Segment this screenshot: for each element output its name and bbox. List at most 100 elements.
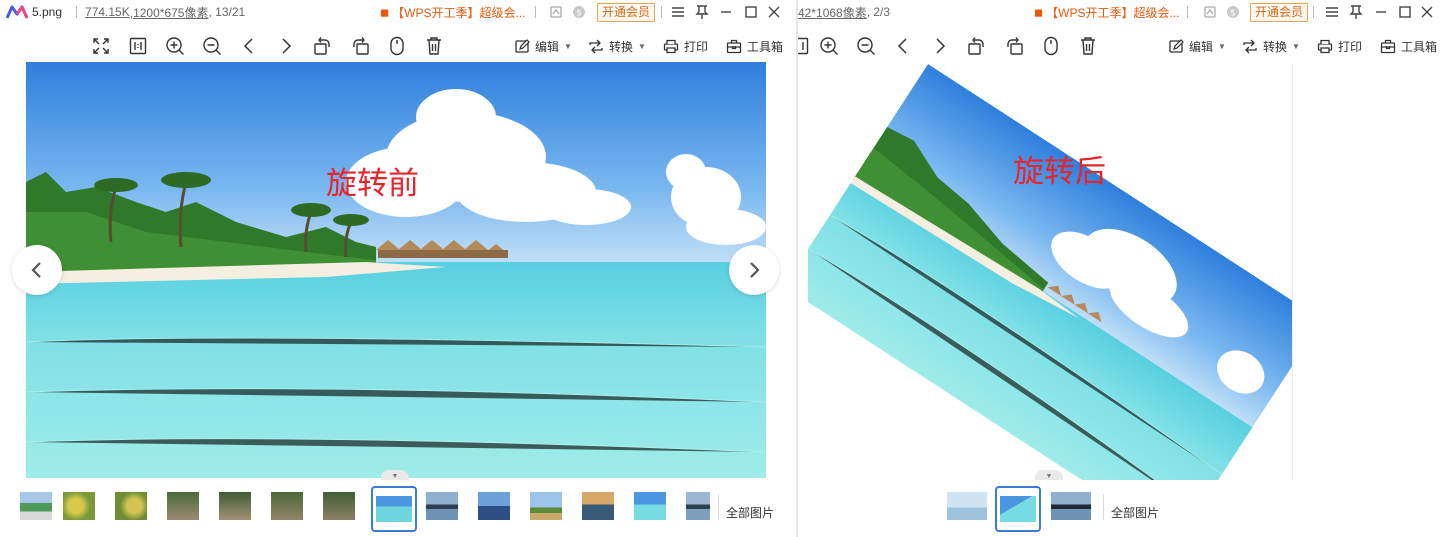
image-index: , 13/21 [208, 5, 246, 19]
toolbox-icon [1380, 39, 1396, 53]
pin-icon[interactable] [1348, 4, 1364, 20]
title-separator [661, 6, 662, 18]
zoom-in-icon[interactable] [818, 35, 840, 57]
pin-icon[interactable] [694, 4, 710, 20]
thumbnail-toggle[interactable]: ▼ [381, 470, 409, 480]
speaker-icon: ◼︎ [380, 7, 390, 19]
minimize-icon[interactable] [1373, 4, 1389, 20]
rotate-left-icon[interactable] [311, 35, 333, 57]
next-icon[interactable] [929, 35, 951, 57]
thumbnail[interactable] [528, 490, 564, 522]
rotate-left-icon[interactable] [965, 35, 987, 57]
rotate-right-icon[interactable] [350, 35, 372, 57]
svg-text:$: $ [1230, 9, 1236, 19]
rotate-right-icon[interactable] [1004, 35, 1026, 57]
print-label: 打印 [684, 39, 709, 54]
thumbnail-strip: 全部图片 [0, 480, 797, 537]
image-dimensions[interactable]: ,1200*675像素 [130, 4, 209, 21]
thumbnail-selected[interactable] [995, 486, 1041, 532]
toolbox-label: 工具箱 [747, 39, 784, 54]
skin-icon[interactable] [549, 5, 563, 19]
actual-size-icon[interactable] [127, 35, 149, 57]
convert-label: 转换 [609, 39, 634, 54]
thumbnail[interactable] [424, 490, 460, 522]
thumbnail-strip: 全部图片 [798, 480, 1440, 537]
image-canvas[interactable] [26, 62, 766, 478]
rotated-beach-photo [808, 64, 1292, 480]
fit-screen-icon[interactable] [90, 35, 112, 57]
thumbnail-selected[interactable] [371, 486, 417, 532]
coin-icon[interactable]: $ [572, 5, 586, 19]
previous-image-button[interactable] [12, 245, 62, 295]
close-icon[interactable] [766, 4, 782, 20]
all-pictures-button[interactable]: 全部图片 [1111, 504, 1159, 521]
thumbnail[interactable] [580, 490, 616, 522]
promo-text: 【WPS开工季】超级会... [392, 6, 526, 20]
chevron-down-icon: ▼ [638, 41, 646, 51]
title-separator [76, 6, 78, 18]
file-size[interactable]: 774.15K [85, 5, 130, 19]
minimize-icon[interactable] [718, 4, 734, 20]
actual-size-icon[interactable] [798, 35, 811, 57]
previous-icon[interactable] [892, 35, 914, 57]
thumbnail-separator [718, 494, 719, 520]
toolbox-icon [726, 39, 742, 53]
thumbnail-separator [1103, 494, 1104, 520]
menu-icon[interactable] [670, 4, 686, 20]
vip-button[interactable]: 开通会员 [1250, 3, 1309, 22]
image-index: , 2/3 [866, 5, 891, 19]
delete-icon[interactable] [1077, 35, 1099, 57]
printer-icon [663, 39, 679, 53]
thumbnail[interactable] [61, 490, 97, 522]
next-image-button[interactable] [729, 245, 779, 295]
promo-link[interactable]: ◼︎ 【WPS开工季】超级会... [1034, 4, 1179, 21]
zoom-out-icon[interactable] [855, 35, 877, 57]
image-dimensions[interactable]: 42*1068像素 [798, 4, 867, 21]
edit-button[interactable]: 编辑 ▼ [515, 37, 572, 55]
title-separator [535, 6, 536, 18]
thumbnail[interactable] [217, 490, 253, 522]
edit-button[interactable]: 编辑 ▼ [1169, 37, 1226, 55]
thumbnail[interactable] [1049, 490, 1093, 522]
image-canvas[interactable] [808, 64, 1293, 480]
speaker-icon: ◼︎ [1034, 7, 1044, 19]
app-logo-icon [6, 4, 28, 20]
skin-icon[interactable] [1203, 5, 1217, 19]
zoom-out-icon[interactable] [201, 35, 223, 57]
convert-button[interactable]: 转换 ▼ [1242, 37, 1300, 55]
printer-icon [1317, 39, 1333, 53]
coin-icon[interactable]: $ [1226, 5, 1240, 19]
delete-icon[interactable] [423, 35, 445, 57]
close-icon[interactable] [1419, 4, 1435, 20]
thumbnail[interactable] [113, 490, 149, 522]
mouse-mode-icon[interactable] [386, 35, 408, 57]
thumbnail[interactable] [269, 490, 305, 522]
menu-icon[interactable] [1324, 4, 1340, 20]
thumbnail[interactable] [684, 490, 712, 522]
maximize-icon[interactable] [1397, 4, 1413, 20]
next-icon[interactable] [275, 35, 297, 57]
chevron-down-icon: ▼ [1218, 41, 1226, 51]
convert-button[interactable]: 转换 ▼ [588, 37, 646, 55]
thumbnail[interactable] [632, 490, 668, 522]
print-button[interactable]: 打印 [1317, 37, 1362, 55]
thumbnail-toggle[interactable]: ▼ [1035, 470, 1063, 480]
previous-icon[interactable] [238, 35, 260, 57]
toolbox-button[interactable]: 工具箱 [1380, 37, 1437, 55]
thumbnail[interactable] [165, 490, 201, 522]
viewer-window-left: 5.png 774.15K ,1200*675像素 , 13/21 ◼︎ 【WP… [0, 0, 797, 537]
promo-link[interactable]: ◼︎ 【WPS开工季】超级会... [380, 4, 525, 21]
thumbnail[interactable] [945, 490, 989, 522]
thumbnail[interactable] [321, 490, 357, 522]
all-pictures-button[interactable]: 全部图片 [726, 504, 774, 521]
chevron-right-icon [750, 262, 760, 278]
vip-button[interactable]: 开通会员 [597, 3, 656, 22]
thumbnail[interactable] [18, 490, 54, 522]
convert-label: 转换 [1263, 39, 1288, 54]
toolbox-button[interactable]: 工具箱 [726, 37, 783, 55]
thumbnail[interactable] [476, 490, 512, 522]
mouse-mode-icon[interactable] [1040, 35, 1062, 57]
zoom-in-icon[interactable] [164, 35, 186, 57]
maximize-icon[interactable] [743, 4, 759, 20]
print-button[interactable]: 打印 [663, 37, 708, 55]
